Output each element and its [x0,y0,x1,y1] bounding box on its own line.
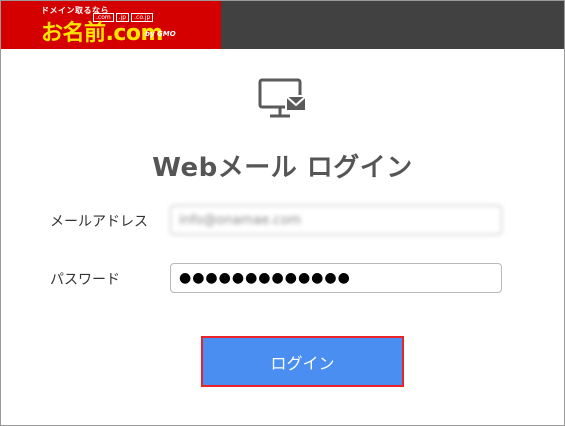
onamae-logo[interactable]: ドメイン取るなら .com .jp .co.jp お名前.com by GMO [1,1,221,49]
login-button[interactable]: ログイン [201,336,404,387]
header-bar: ドメイン取るなら .com .jp .co.jp お名前.com by GMO [1,1,564,49]
password-label: パスワード [50,272,120,288]
password-input[interactable] [170,263,502,293]
login-window: ドメイン取るなら .com .jp .co.jp お名前.com by GMO We… [0,0,565,426]
page-title: Webメール ログイン [152,153,413,183]
monitor-checkmark-icon [258,78,307,118]
email-label: メールアドレス [50,214,148,230]
email-input[interactable] [170,205,502,235]
logo-by-gmo: by GMO [145,30,176,38]
